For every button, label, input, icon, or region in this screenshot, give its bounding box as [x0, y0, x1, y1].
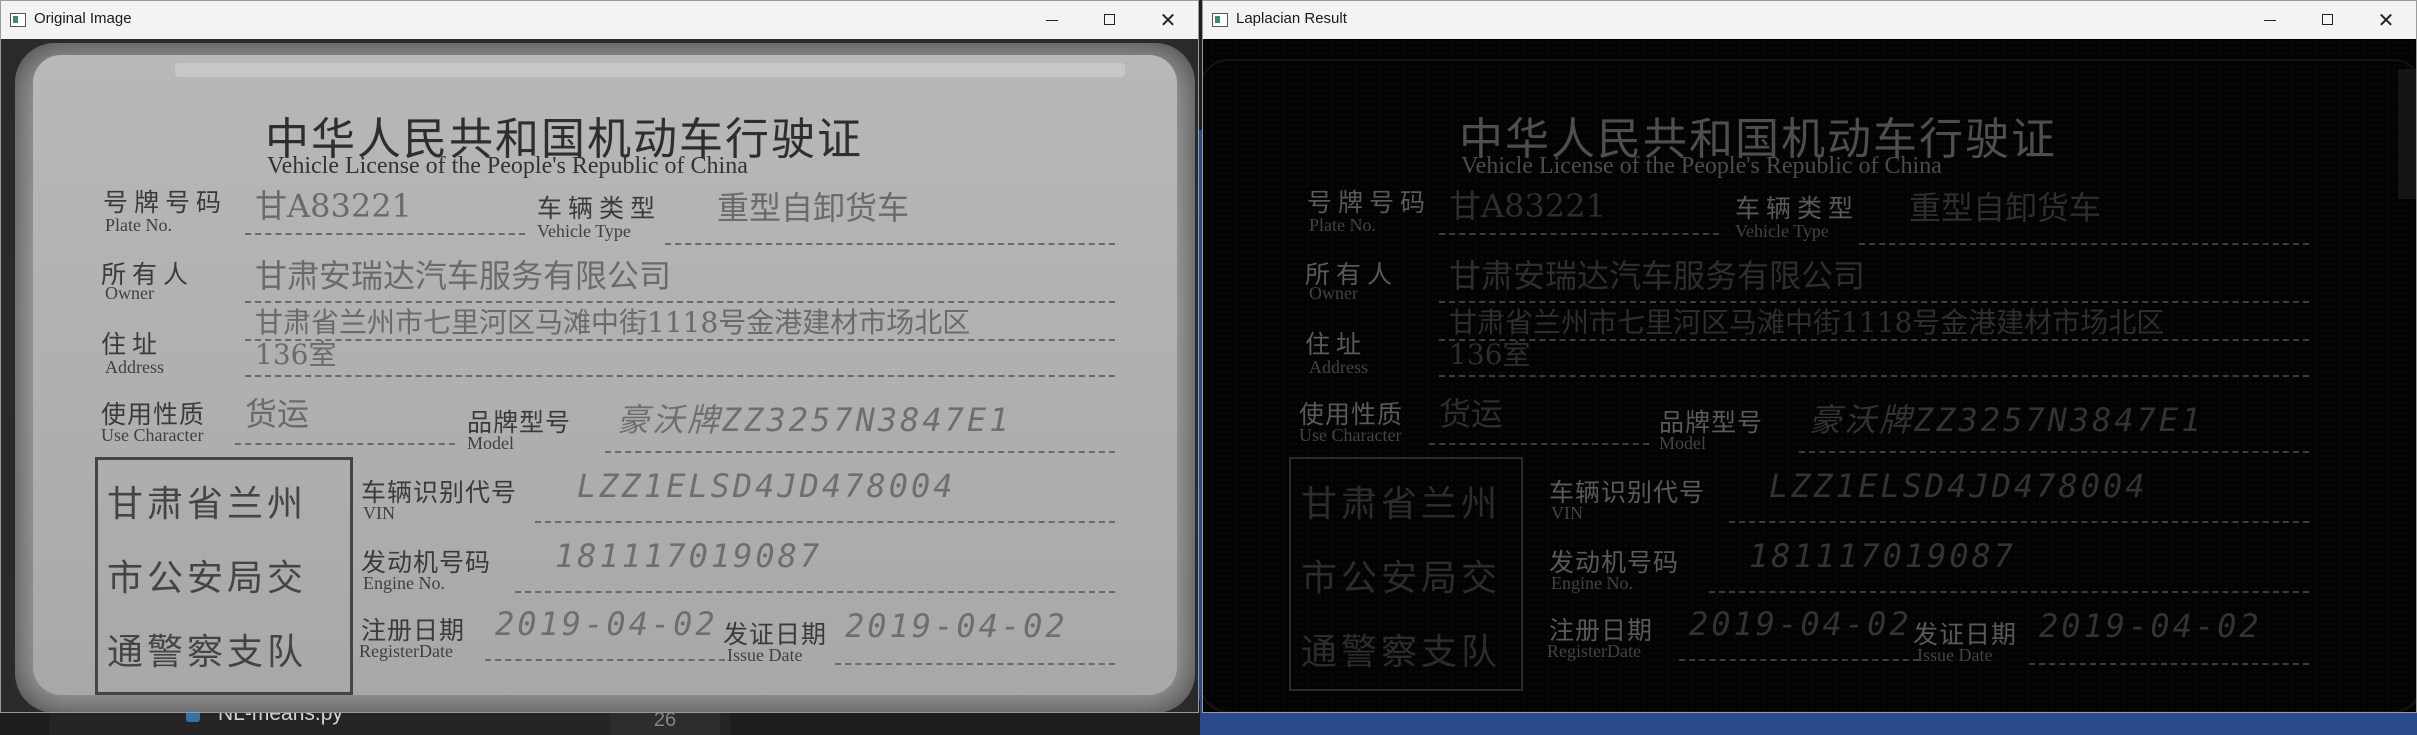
field-underline [535, 521, 1115, 523]
close-button[interactable]: ✕ [1139, 1, 1197, 39]
minimize-button[interactable] [1023, 1, 1081, 39]
address-label-en: Address [1309, 357, 1368, 377]
field-underline [605, 451, 1115, 453]
field-underline [1429, 443, 1649, 445]
plate-label-cn: 号牌号码 [103, 188, 228, 217]
issue-value: 2019-04-02 [2039, 607, 2262, 645]
field-underline [235, 443, 455, 445]
title-bar[interactable]: Laplacian Result ✕ [1203, 1, 2416, 39]
register-label-en: RegisterDate [359, 641, 453, 661]
issue-label-en: Issue Date [727, 645, 803, 665]
license-title-en: Vehicle License of the People's Republic… [1461, 153, 1942, 179]
field-underline [1679, 659, 1919, 661]
use-value: 货运 [245, 395, 310, 433]
plate-label-en: Plate No. [105, 215, 172, 235]
vin-label-en: VIN [363, 503, 395, 523]
original-image-window[interactable]: Original Image ✕ 中华人民共和国机动车行驶证 Vehicle L… [0, 0, 1199, 713]
image-canvas[interactable]: 中华人民共和国机动车行驶证 Vehicle License of the Peo… [1203, 39, 2416, 712]
field-underline [1729, 521, 2309, 523]
owner-value: 甘肃安瑞达汽车服务有限公司 [255, 257, 672, 295]
plate-label-en: Plate No. [1309, 215, 1376, 235]
use-label-en: Use Character [101, 425, 204, 445]
vin-label-en: VIN [1551, 503, 1583, 523]
field-underline [835, 663, 1115, 665]
stamp-line-3: 通警察支队 [107, 632, 308, 673]
minimize-button[interactable] [2241, 1, 2299, 39]
engine-value: 181117019087 [555, 537, 823, 575]
window-title: Original Image [34, 10, 132, 27]
use-value: 货运 [1439, 395, 1504, 433]
owner-label-en: Owner [1309, 283, 1358, 303]
field-underline [515, 591, 1115, 593]
address-value-line1: 甘肃省兰州市七里河区马滩中街1118号金港建材市场北区 [255, 306, 971, 339]
field-underline [245, 233, 525, 235]
owner-label-en: Owner [105, 283, 154, 303]
stamp-line-2: 市公安局交 [1301, 558, 1502, 599]
card-top-edge [175, 63, 1125, 77]
field-underline [1439, 339, 2309, 341]
vin-value: LZZ1ELSD4JD478004 [577, 467, 956, 505]
plate-value: 甘A83221 [1449, 187, 1606, 225]
field-underline [245, 375, 1115, 377]
stamp-line-1: 甘肃省兰州 [107, 484, 308, 525]
maximize-button[interactable] [1081, 1, 1139, 39]
maximize-button[interactable] [2299, 1, 2357, 39]
vin-value: LZZ1ELSD4JD478004 [1769, 467, 2148, 505]
field-underline [245, 339, 1115, 341]
register-value: 2019-04-02 [495, 605, 718, 643]
vehicle-type-label-en: Vehicle Type [537, 221, 631, 241]
model-label-en: Model [1659, 433, 1706, 453]
stamp-line-1: 甘肃省兰州 [1301, 484, 1502, 525]
address-label-cn: 住址 [101, 330, 164, 359]
field-underline [1709, 591, 2309, 593]
field-underline [665, 243, 1115, 245]
register-label-en: RegisterDate [1547, 641, 1641, 661]
vehicle-type-label-en: Vehicle Type [1735, 221, 1829, 241]
vehicle-type-label-cn: 车辆类型 [1735, 194, 1860, 223]
window-title: Laplacian Result [1236, 10, 1347, 27]
issue-label-en: Issue Date [1917, 645, 1993, 665]
laplacian-result-window[interactable]: Laplacian Result ✕ 中华人民共和国机动车行驶证 Vehicle… [1202, 0, 2417, 713]
address-label-en: Address [105, 357, 164, 377]
field-underline [1859, 243, 2309, 245]
laplacian-card: 中华人民共和国机动车行驶证 Vehicle License of the Peo… [1203, 43, 2409, 712]
vehicle-type-value: 重型自卸货车 [1909, 189, 2102, 227]
engine-label-en: Engine No. [363, 573, 445, 593]
address-label-cn: 住址 [1305, 330, 1368, 359]
plate-label-cn: 号牌号码 [1307, 188, 1432, 217]
field-underline [1439, 375, 2309, 377]
app-icon [10, 13, 26, 27]
field-underline [2029, 663, 2309, 665]
plate-value: 甘A83221 [255, 187, 412, 225]
stamp-line-2: 市公安局交 [107, 558, 308, 599]
field-underline [485, 659, 725, 661]
close-button[interactable]: ✕ [2357, 1, 2415, 39]
owner-value: 甘肃安瑞达汽车服务有限公司 [1449, 257, 1866, 295]
license-title-en: Vehicle License of the People's Republic… [267, 153, 748, 179]
use-label-en: Use Character [1299, 425, 1402, 445]
field-underline [1799, 451, 2309, 453]
vehicle-type-value: 重型自卸货车 [717, 189, 910, 227]
app-icon [1212, 13, 1228, 27]
model-label-en: Model [467, 433, 514, 453]
issue-value: 2019-04-02 [845, 607, 1068, 645]
model-value: 豪沃牌ZZ3257N3847E1 [1809, 401, 2204, 439]
engine-label-en: Engine No. [1551, 573, 1633, 593]
field-underline [1439, 233, 1719, 235]
stamp-line-3: 通警察支队 [1301, 632, 1502, 673]
register-value: 2019-04-02 [1689, 605, 1912, 643]
license-card: 中华人民共和国机动车行驶证 Vehicle License of the Peo… [15, 43, 1195, 712]
engine-value: 181117019087 [1749, 537, 2017, 575]
image-canvas[interactable]: 中华人民共和国机动车行驶证 Vehicle License of the Peo… [1, 39, 1198, 712]
model-value: 豪沃牌ZZ3257N3847E1 [617, 401, 1012, 439]
title-bar[interactable]: Original Image ✕ [1, 1, 1198, 39]
address-value-line1: 甘肃省兰州市七里河区马滩中街1118号金港建材市场北区 [1449, 306, 2165, 339]
vehicle-type-label-cn: 车辆类型 [537, 194, 662, 223]
